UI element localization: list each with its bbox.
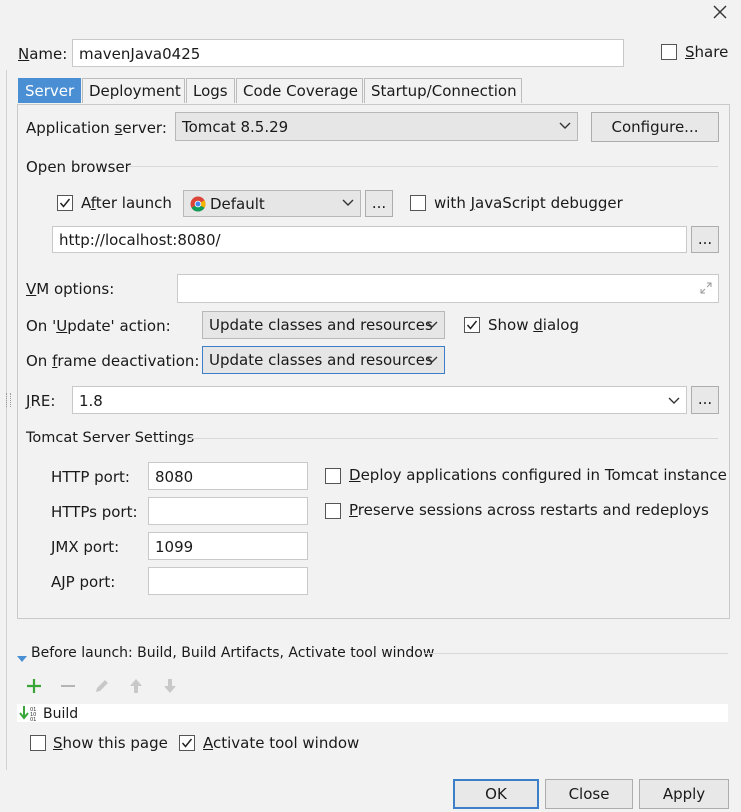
preserve-sessions-checkbox[interactable] [325,503,341,519]
expand-icon[interactable] [699,281,713,295]
preserve-sessions-label: Preserve sessions across restarts and re… [349,501,709,519]
on-frame-value: Update classes and resources [209,351,433,369]
build-item-label: Build [43,706,79,722]
show-page-label: Show this page [53,734,168,752]
on-update-select[interactable]: Update classes and resources [202,311,445,339]
chevron-down-icon [668,397,680,404]
before-launch-header[interactable]: Before launch: Build, Build Artifacts, A… [31,645,434,661]
http-port-label: HTTP port: [51,468,130,486]
on-frame-label: On frame deactivation: [26,352,200,370]
tab-server[interactable]: Server [18,78,81,103]
left-edge-divider [0,70,7,770]
jre-ellipsis-button[interactable]: ... [691,386,719,414]
open-browser-separator [127,166,718,167]
tab-code-coverage[interactable]: Code Coverage [236,78,363,103]
close-button[interactable]: Close [545,779,633,809]
https-port-input[interactable] [148,497,308,525]
chrome-icon [190,194,206,212]
vm-options-label: VM options: [26,280,115,298]
build-icon: 01 10 01 [19,705,39,723]
show-page-checkbox[interactable] [30,735,46,751]
after-launch-label: After launch [81,194,172,212]
move-up-icon[interactable] [127,677,145,695]
http-port-input[interactable]: 8080 [148,462,308,490]
on-update-label: On 'Update' action: [26,317,171,335]
js-debugger-label: with JavaScript debugger [434,194,623,212]
ok-button[interactable]: OK [453,779,539,809]
open-browser-label: Open browser [26,158,131,176]
tomcat-settings-separator [187,438,718,439]
chevron-down-icon [426,321,438,328]
jre-value: 1.8 [79,392,103,410]
name-label: Name: [18,45,68,63]
chevron-down-icon [426,356,438,363]
show-dialog-checkbox[interactable] [464,317,480,333]
jre-select[interactable]: 1.8 [72,386,687,414]
activate-tool-label: Activate tool window [203,734,360,752]
collapse-triangle-icon[interactable] [17,650,27,662]
url-ellipsis-button[interactable]: ... [691,226,719,253]
move-down-icon[interactable] [161,677,179,695]
vm-options-input[interactable] [177,274,719,303]
js-debugger-checkbox[interactable] [410,195,426,211]
tomcat-settings-label: Tomcat Server Settings [26,430,195,446]
after-launch-checkbox[interactable] [57,195,73,211]
splitter-handle[interactable] [6,393,11,407]
edit-icon[interactable] [93,677,111,695]
app-server-label: Application server: [26,119,167,137]
on-frame-select[interactable]: Update classes and resources [202,346,445,374]
chevron-down-icon [559,122,571,129]
deploy-apps-checkbox[interactable] [325,468,341,484]
apply-button[interactable]: Apply [639,779,729,809]
deploy-apps-label: Deploy applications configured in Tomcat… [349,466,727,484]
configure-button[interactable]: Configure... [591,112,719,142]
close-icon[interactable] [711,3,729,21]
ajp-port-label: AJP port: [51,573,116,591]
app-server-select[interactable]: Tomcat 8.5.29 [175,112,578,141]
browser-select[interactable]: Default [183,190,361,217]
add-icon[interactable] [25,677,43,695]
show-dialog-label: Show dialog [488,316,580,334]
activate-tool-checkbox[interactable] [179,735,195,751]
jmx-port-input[interactable]: 1099 [148,532,308,560]
jmx-port-label: JMX port: [51,538,120,556]
tab-logs[interactable]: Logs [186,78,235,103]
tab-startup-connection[interactable]: Startup/Connection [364,78,522,103]
https-port-label: HTTPs port: [51,503,138,521]
browser-ellipsis-button[interactable]: ... [365,190,393,217]
url-input[interactable]: http://localhost:8080/ [52,226,687,253]
remove-icon[interactable] [59,677,77,695]
name-input[interactable]: mavenJava0425 [72,39,624,67]
tab-deployment[interactable]: Deployment [82,78,185,103]
app-server-value: Tomcat 8.5.29 [182,118,289,136]
list-item[interactable] [17,704,728,722]
before-launch-separator [425,653,728,654]
ajp-port-input[interactable] [148,567,308,595]
share-checkbox[interactable] [661,44,677,60]
chevron-down-icon [342,199,354,206]
on-update-value: Update classes and resources [209,316,433,334]
browser-value: Default [210,195,265,213]
jre-label: JRE: [26,392,56,410]
svg-text:01: 01 [30,717,36,721]
share-label: Share [685,43,729,61]
